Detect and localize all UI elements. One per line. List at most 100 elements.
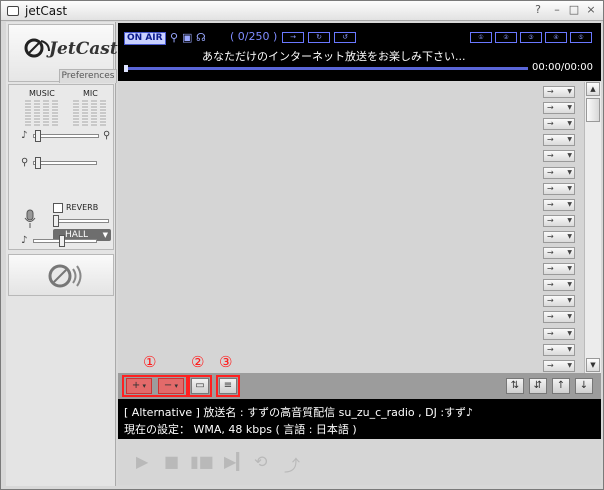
play-mode-button[interactable]: →	[282, 32, 304, 43]
shuffle-button[interactable]: ⇵	[529, 378, 547, 394]
mic-volume-slider-thumb[interactable]	[35, 157, 41, 169]
loop-icon[interactable]: ⤴	[284, 452, 300, 476]
scroll-down-button[interactable]: ▼	[586, 358, 600, 372]
title-bar: jetCast ? – □ ×	[1, 1, 603, 21]
playlist-row-action-button[interactable]: → ▼	[543, 359, 575, 372]
reverb-checkbox[interactable]	[53, 203, 63, 213]
music-label: MUSIC	[29, 89, 55, 98]
playlist-row-action-button[interactable]: → ▼	[543, 86, 575, 98]
pause-icon[interactable]: ▮■	[190, 452, 214, 471]
settings-info-line: 現在の設定： WMA, 48 kbps ( 言語 : 日本語 )	[124, 423, 357, 436]
mic-level-meter	[91, 100, 97, 126]
playlist-row-action-button[interactable]: → ▼	[543, 343, 575, 356]
playlist-row-action-button[interactable]: → ▼	[543, 295, 575, 308]
balance-slider-thumb[interactable]	[35, 130, 41, 142]
chevron-down-icon: ▼	[567, 313, 572, 321]
music-mic-balance-slider[interactable]	[33, 134, 99, 138]
playlist-row-action-button[interactable]: → ▼	[543, 230, 575, 243]
logo-text: JetCast	[49, 39, 118, 59]
broadcast-button[interactable]	[8, 254, 114, 296]
chevron-down-icon: ▼	[567, 265, 572, 273]
mic-volume-slider[interactable]	[33, 161, 97, 165]
preferences-tab[interactable]: Preferences	[59, 69, 117, 83]
scroll-thumb[interactable]	[586, 98, 600, 122]
next-icon[interactable]: ▶▎	[224, 452, 249, 471]
chevron-down-icon: ▼	[567, 361, 572, 369]
chevron-down-icon: ▼	[567, 345, 572, 353]
stop-icon[interactable]: ■	[164, 452, 179, 471]
playlist-row-action-button[interactable]: → ▼	[543, 279, 575, 292]
playlist-row-action-button[interactable]: → ▼	[543, 118, 575, 131]
chevron-down-icon: ▼	[567, 88, 572, 95]
lock-icon: ▣	[182, 31, 193, 44]
playlist-row-action-button[interactable]: → ▼	[543, 150, 575, 163]
playlist-row-action-button[interactable]: → ▼	[543, 327, 575, 340]
master-volume-slider-thumb[interactable]	[59, 235, 65, 247]
chevron-down-icon: ▼	[567, 120, 572, 128]
playlist-row-action-button[interactable]: → ▼	[543, 182, 575, 195]
channel-1-button[interactable]: ①	[470, 32, 492, 43]
sort-button[interactable]: ⇅	[506, 378, 524, 394]
playlist-row-action-button[interactable]: → ▼	[543, 134, 575, 147]
playlist-row-action-button[interactable]: → ▼	[543, 263, 575, 276]
reverb-slider-thumb[interactable]	[53, 215, 59, 227]
reverb-slider[interactable]	[53, 219, 109, 223]
open-folder-button[interactable]: ▭	[191, 378, 209, 394]
playlist-row-action-button[interactable]: → ▼	[543, 311, 575, 324]
sort-icon: ⇅	[510, 380, 520, 391]
channel-3-button[interactable]: ③	[520, 32, 542, 43]
playback-controls: ▶ ■ ▮■ ▶▎ ⟲ ⤴	[118, 439, 601, 485]
mic-level-meter	[82, 100, 88, 126]
chevron-down-icon: ▼	[567, 184, 572, 192]
microphone-icon	[24, 209, 36, 228]
mixer-panel: MUSIC MIC ♪ ⚲ ⚲ REVERB HALL ▼ ♪	[8, 84, 114, 250]
callout-1: ①	[143, 353, 157, 371]
playlist-row-action-button[interactable]: → ▼	[543, 214, 575, 227]
playlist-area[interactable]: → ▼ → ▼ → ▼ → ▼ → ▼ → ▼ → ▼ → ▼ → ▼ → ▼ → ▼ → ▼ → ▼ → ▼ → ▼ → ▼ → ▼ → ▼	[118, 82, 584, 373]
chevron-down-icon: ▼	[102, 231, 108, 239]
save-list-icon: ≡	[223, 380, 233, 391]
chevron-down-icon: ▼	[567, 104, 572, 112]
shuffle-icon: ⇵	[533, 380, 543, 391]
status-display: ON AIR ⚲ ▣ ☊ ( 0/250 ) → ↻ ↺ ① ② ③ ④ ⑤ あ…	[118, 23, 601, 81]
arrow-right-icon: →	[547, 103, 554, 113]
mic-level-meter	[73, 100, 79, 126]
save-playlist-button[interactable]: ≡	[219, 378, 237, 394]
move-down-button[interactable]: ↓	[575, 378, 593, 394]
reverb-label: REVERB	[66, 203, 99, 212]
jetcast-window: jetCast ? – □ × JetCast Preferences MUSI…	[0, 0, 604, 490]
minimize-button[interactable]: –	[550, 3, 564, 17]
add-button[interactable]: + ▾	[126, 378, 152, 394]
arrow-down-icon: ↓	[579, 380, 589, 391]
scroll-up-button[interactable]: ▲	[586, 82, 600, 96]
help-button[interactable]: ?	[531, 3, 545, 17]
app-window-icon	[7, 6, 19, 16]
channel-2-button[interactable]: ②	[495, 32, 517, 43]
channel-4-button[interactable]: ④	[545, 32, 567, 43]
move-up-button[interactable]: ↑	[552, 378, 570, 394]
arrow-right-icon: →	[547, 87, 554, 96]
playlist-row-action-button[interactable]: → ▼	[543, 198, 575, 211]
left-panel-empty	[8, 300, 114, 484]
maximize-button[interactable]: □	[567, 3, 581, 17]
arrow-right-icon: →	[547, 151, 554, 161]
seek-handle[interactable]	[124, 65, 128, 72]
playlist-row-action-button[interactable]: → ▼	[543, 102, 575, 115]
remove-button[interactable]: − ▾	[158, 378, 184, 394]
arrow-right-icon: →	[547, 119, 554, 129]
chevron-down-icon: ▼	[567, 216, 572, 224]
playlist-row-action-button[interactable]: → ▼	[543, 247, 575, 259]
mic-small-icon: ⚲	[21, 157, 29, 168]
playlist-row-action-button[interactable]: → ▼	[543, 166, 575, 179]
music-level-meter	[34, 100, 40, 126]
seek-bar[interactable]	[126, 67, 528, 70]
repeat-mode-button[interactable]: ↻	[308, 32, 330, 43]
channel-5-button[interactable]: ⑤	[570, 32, 592, 43]
play-icon[interactable]: ▶	[136, 452, 148, 471]
loop-mode-button[interactable]: ↺	[334, 32, 356, 43]
repeat-icon[interactable]: ⟲	[254, 452, 267, 471]
chevron-down-icon: ▾	[172, 382, 179, 390]
playlist-scrollbar[interactable]: ▲ ▼	[584, 82, 601, 373]
master-volume-slider[interactable]	[33, 239, 97, 243]
close-button[interactable]: ×	[584, 3, 598, 17]
